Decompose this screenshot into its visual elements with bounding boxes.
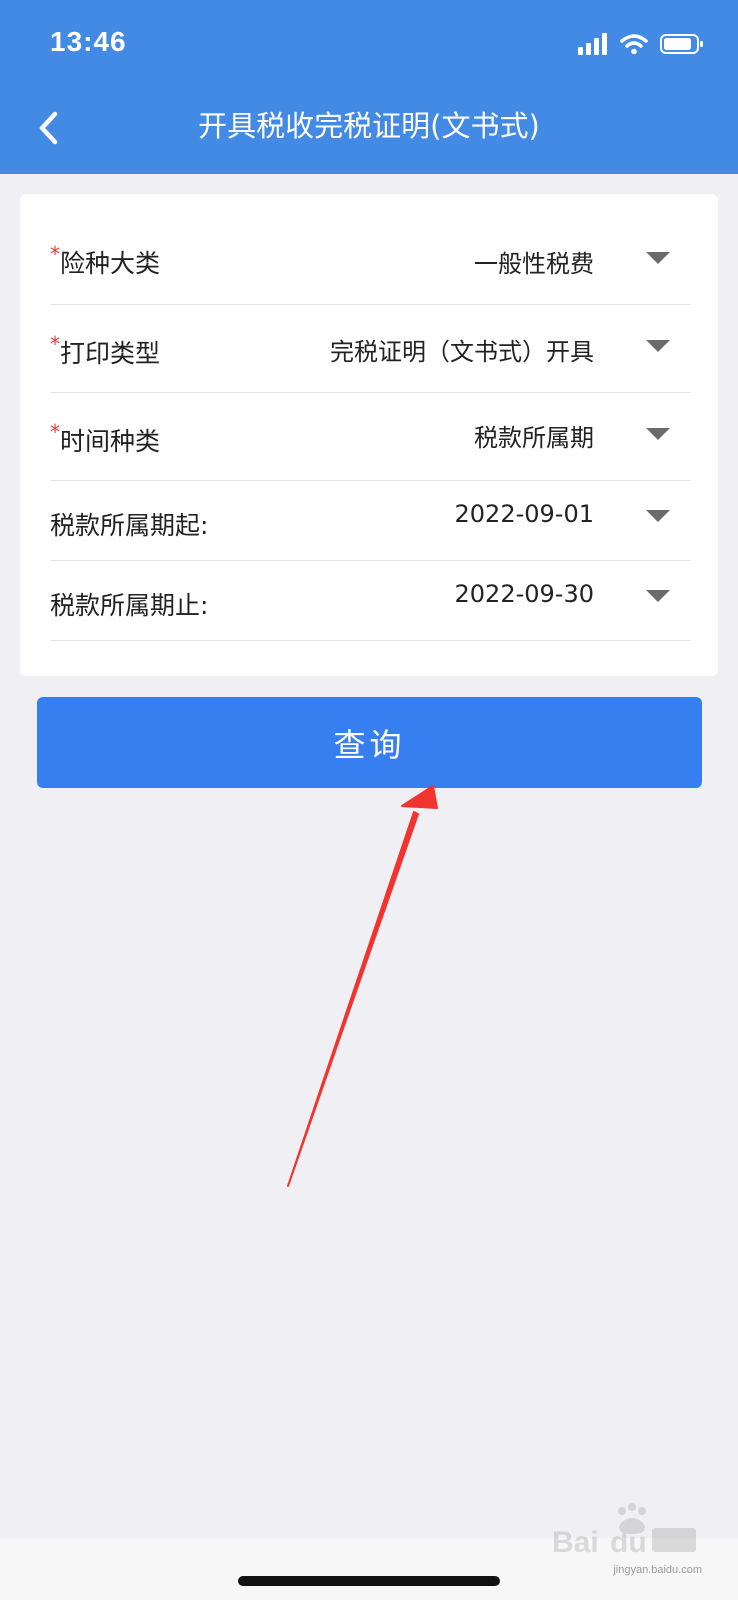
wifi-icon [620, 34, 648, 55]
field-label-period-end: 税款所属期止: [50, 591, 209, 620]
status-icons [566, 32, 704, 56]
svg-text:Bai: Bai [552, 1526, 599, 1556]
chevron-left-icon [39, 111, 58, 145]
field-value-insurance-category: 一般性税费 [474, 250, 594, 278]
field-label-period-start: 税款所属期起: [50, 511, 209, 540]
required-mark: * [50, 420, 60, 444]
required-mark: * [50, 242, 60, 266]
page-title: 开具税收完税证明(文书式) [198, 109, 540, 143]
form-row-time-type[interactable]: *时间种类 税款所属期 [50, 392, 690, 481]
baidu-watermark-logo: Bai du [552, 1503, 696, 1556]
dropdown-caret-icon[interactable] [646, 428, 670, 440]
field-label-time-type: *时间种类 [50, 420, 161, 456]
back-button[interactable] [20, 100, 76, 156]
status-time: 13:46 [50, 26, 127, 57]
dropdown-caret-icon[interactable] [646, 510, 670, 522]
battery-icon [660, 34, 703, 54]
app-header: 13:46 开具税收完税证明(文书式) [0, 0, 738, 174]
required-mark: * [50, 332, 60, 356]
dropdown-caret-icon[interactable] [646, 252, 670, 264]
form-row-print-type[interactable]: *打印类型 完税证明（文书式）开具 [50, 304, 690, 393]
field-label-insurance-category: *险种大类 [50, 242, 161, 278]
dropdown-caret-icon[interactable] [646, 590, 670, 602]
form-row-period-end[interactable]: 税款所属期止: 2022-09-30 [50, 560, 690, 641]
query-form-card: *险种大类 一般性税费 *打印类型 完税证明（文书式）开具 *时间种类 税款所属… [20, 194, 718, 676]
home-indicator[interactable] [238, 1576, 500, 1586]
field-value-period-end: 2022-09-30 [454, 580, 594, 608]
watermark-url: jingyan.baidu.com [613, 1564, 702, 1576]
field-label-print-type: *打印类型 [50, 332, 161, 368]
dropdown-caret-icon[interactable] [646, 340, 670, 352]
field-value-print-type: 完税证明（文书式）开具 [330, 338, 594, 366]
field-value-time-type: 税款所属期 [474, 424, 594, 452]
svg-text:du: du [610, 1526, 647, 1556]
cellular-signal-icon [578, 33, 607, 55]
field-value-period-start: 2022-09-01 [454, 500, 594, 528]
query-button[interactable]: 查询 [37, 697, 702, 788]
form-row-insurance-category[interactable]: *险种大类 一般性税费 [50, 216, 690, 305]
form-row-period-start[interactable]: 税款所属期起: 2022-09-01 [50, 480, 690, 561]
